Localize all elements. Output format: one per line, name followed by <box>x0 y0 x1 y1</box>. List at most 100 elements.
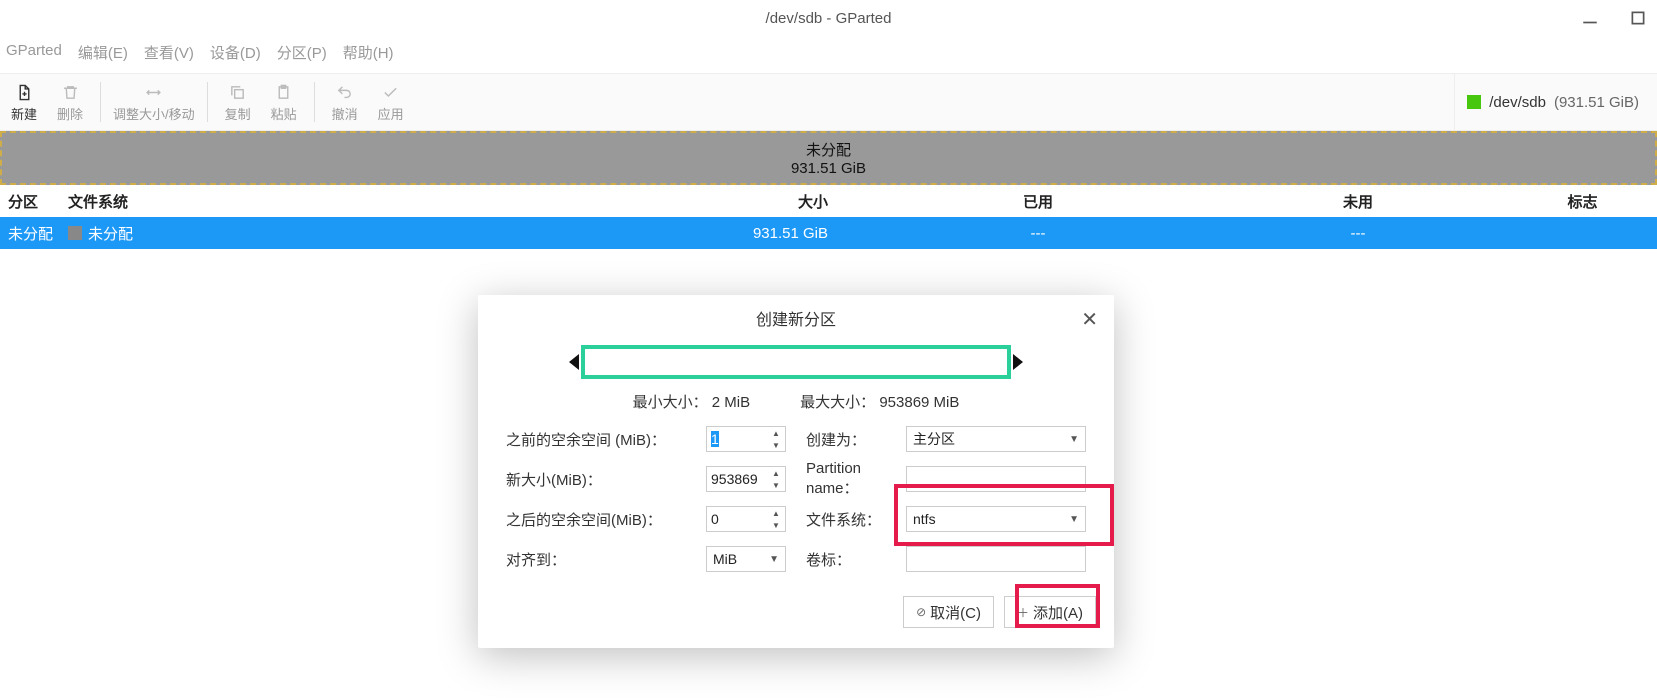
trash-icon <box>62 82 79 104</box>
spin-up-icon[interactable]: ▲ <box>767 467 785 479</box>
cancel-button[interactable]: ⊘ 取消(C) <box>903 596 994 628</box>
toolbar-separator <box>207 82 208 122</box>
volume-label-input[interactable] <box>906 546 1086 572</box>
plus-icon: ＋ <box>1017 604 1029 621</box>
create-partition-dialog: 创建新分区 ✕ 最小大小： 2 MiB 最大大小： 953869 MiB 之前的… <box>478 295 1114 648</box>
col-header-size[interactable]: 大小 <box>398 191 868 212</box>
filesystem-select[interactable]: ntfs ▼ <box>906 506 1086 532</box>
chevron-down-icon: ▼ <box>1069 434 1079 445</box>
fs-swatch-icon <box>68 226 82 240</box>
dialog-left-column: 之前的空余空间 (MiB)： ▲ ▼ 新大小(MiB)： ▲ ▼ <box>506 426 786 572</box>
create-as-select[interactable]: 主分区 ▼ <box>906 426 1086 452</box>
partition-bar-label: 未分配 <box>806 139 851 160</box>
spin-down-icon[interactable]: ▼ <box>767 479 785 491</box>
menu-gparted[interactable]: GParted <box>6 42 62 63</box>
add-button-label: 添加(A) <box>1033 602 1083 623</box>
toolbar-copy-label: 复制 <box>225 104 251 123</box>
toolbar-resize-label: 调整大小/移动 <box>113 104 195 123</box>
cell-filesystem: 未分配 <box>68 223 398 244</box>
add-button[interactable]: ＋ 添加(A) <box>1004 596 1096 628</box>
cell-filesystem-text: 未分配 <box>88 223 133 244</box>
free-after-input[interactable] <box>707 507 763 531</box>
toolbar-apply-label: 应用 <box>378 104 404 123</box>
device-size: (931.51 GiB) <box>1554 94 1639 111</box>
min-size-value: 2 MiB <box>712 394 750 411</box>
new-size-spinbox[interactable]: ▲ ▼ <box>706 466 786 492</box>
free-after-label: 之后的空余空间(MiB)： <box>506 509 706 530</box>
partition-visual-bar[interactable]: 未分配 931.51 GiB <box>0 131 1657 185</box>
col-header-free[interactable]: 未用 <box>1208 191 1508 212</box>
undo-icon <box>336 82 353 104</box>
col-header-used[interactable]: 已用 <box>868 191 1208 212</box>
col-header-partition[interactable]: 分区 <box>0 191 68 212</box>
titlebar: /dev/sdb - GParted <box>0 0 1657 36</box>
menubar: GParted 编辑(E) 查看(V) 设备(D) 分区(P) 帮助(H) <box>0 36 1657 73</box>
new-file-icon <box>16 82 33 104</box>
spin-down-icon[interactable]: ▼ <box>767 519 785 531</box>
check-icon <box>382 82 399 104</box>
cancel-icon: ⊘ <box>916 605 926 619</box>
row-align: 对齐到： MiB ▼ <box>506 546 786 572</box>
partition-visual-box[interactable] <box>581 345 1011 379</box>
toolbar-paste-button: 粘贴 <box>266 82 302 123</box>
toolbar-delete-label: 删除 <box>57 104 83 123</box>
menu-help[interactable]: 帮助(H) <box>343 42 394 63</box>
new-size-input[interactable] <box>707 467 763 491</box>
free-after-spinbox[interactable]: ▲ ▼ <box>706 506 786 532</box>
spin-down-icon[interactable]: ▼ <box>767 439 785 451</box>
new-size-label: 新大小(MiB)： <box>506 469 706 490</box>
menu-edit[interactable]: 编辑(E) <box>78 42 128 63</box>
partition-name-input[interactable] <box>906 466 1086 492</box>
device-selector[interactable]: /dev/sdb (931.51 GiB) <box>1454 73 1651 131</box>
size-hints: 最小大小： 2 MiB 最大大小： 953869 MiB <box>478 385 1114 422</box>
minimize-icon[interactable] <box>1581 9 1599 27</box>
toolbar-separator <box>314 82 315 122</box>
menu-partition[interactable]: 分区(P) <box>277 42 327 63</box>
copy-icon <box>229 82 246 104</box>
toolbar-new-button[interactable]: 新建 <box>6 82 42 123</box>
spin-up-icon[interactable]: ▲ <box>767 507 785 519</box>
row-partition-name: Partition name： <box>806 466 1086 492</box>
align-select[interactable]: MiB ▼ <box>706 546 786 572</box>
min-size-label: 最小大小： <box>633 394 708 411</box>
cell-size: 931.51 GiB <box>398 225 868 242</box>
free-before-spinbox[interactable]: ▲ ▼ <box>706 426 786 452</box>
cell-used: --- <box>868 225 1208 242</box>
toolbar-copy-button: 复制 <box>220 82 256 123</box>
table-row[interactable]: 未分配 未分配 931.51 GiB --- --- <box>0 217 1657 249</box>
spin-up-icon[interactable]: ▲ <box>767 427 785 439</box>
resize-icon <box>145 82 162 104</box>
device-color-swatch <box>1467 95 1481 109</box>
free-before-label: 之前的空余空间 (MiB)： <box>506 429 706 450</box>
paste-icon <box>275 82 292 104</box>
chevron-down-icon: ▼ <box>769 554 779 565</box>
partition-table-header: 分区 文件系统 大小 已用 未用 标志 <box>0 185 1657 217</box>
menu-view[interactable]: 查看(V) <box>144 42 194 63</box>
toolbar-new-label: 新建 <box>11 104 37 123</box>
row-filesystem: 文件系统： ntfs ▼ <box>806 506 1086 532</box>
partition-resize-visual[interactable] <box>478 341 1114 385</box>
create-as-label: 创建为： <box>806 429 906 450</box>
menu-device[interactable]: 设备(D) <box>210 42 261 63</box>
row-volume-label: 卷标： <box>806 546 1086 572</box>
resize-handle-left-icon[interactable] <box>569 354 579 370</box>
close-icon[interactable]: ✕ <box>1081 307 1098 332</box>
row-free-after: 之后的空余空间(MiB)： ▲ ▼ <box>506 506 786 532</box>
resize-handle-right-icon[interactable] <box>1013 354 1023 370</box>
col-header-flags[interactable]: 标志 <box>1508 191 1657 212</box>
min-size-hint: 最小大小： 2 MiB <box>633 391 751 412</box>
filesystem-label: 文件系统： <box>806 509 906 530</box>
col-header-filesystem[interactable]: 文件系统 <box>68 191 398 212</box>
dialog-right-column: 创建为： 主分区 ▼ Partition name： 文件系统： ntfs ▼ … <box>806 426 1086 572</box>
toolbar-undo-label: 撤消 <box>332 104 358 123</box>
row-create-as: 创建为： 主分区 ▼ <box>806 426 1086 452</box>
dialog-title: 创建新分区 <box>756 306 836 330</box>
cancel-button-label: 取消(C) <box>930 602 981 623</box>
dialog-header: 创建新分区 ✕ <box>478 295 1114 341</box>
cell-free: --- <box>1208 225 1508 242</box>
maximize-icon[interactable] <box>1629 9 1647 27</box>
toolbar-resize-button: 调整大小/移动 <box>113 82 195 123</box>
free-before-input[interactable] <box>707 427 763 451</box>
toolbar: 新建 删除 调整大小/移动 复制 粘贴 <box>0 73 1657 131</box>
cell-partition: 未分配 <box>0 223 68 244</box>
